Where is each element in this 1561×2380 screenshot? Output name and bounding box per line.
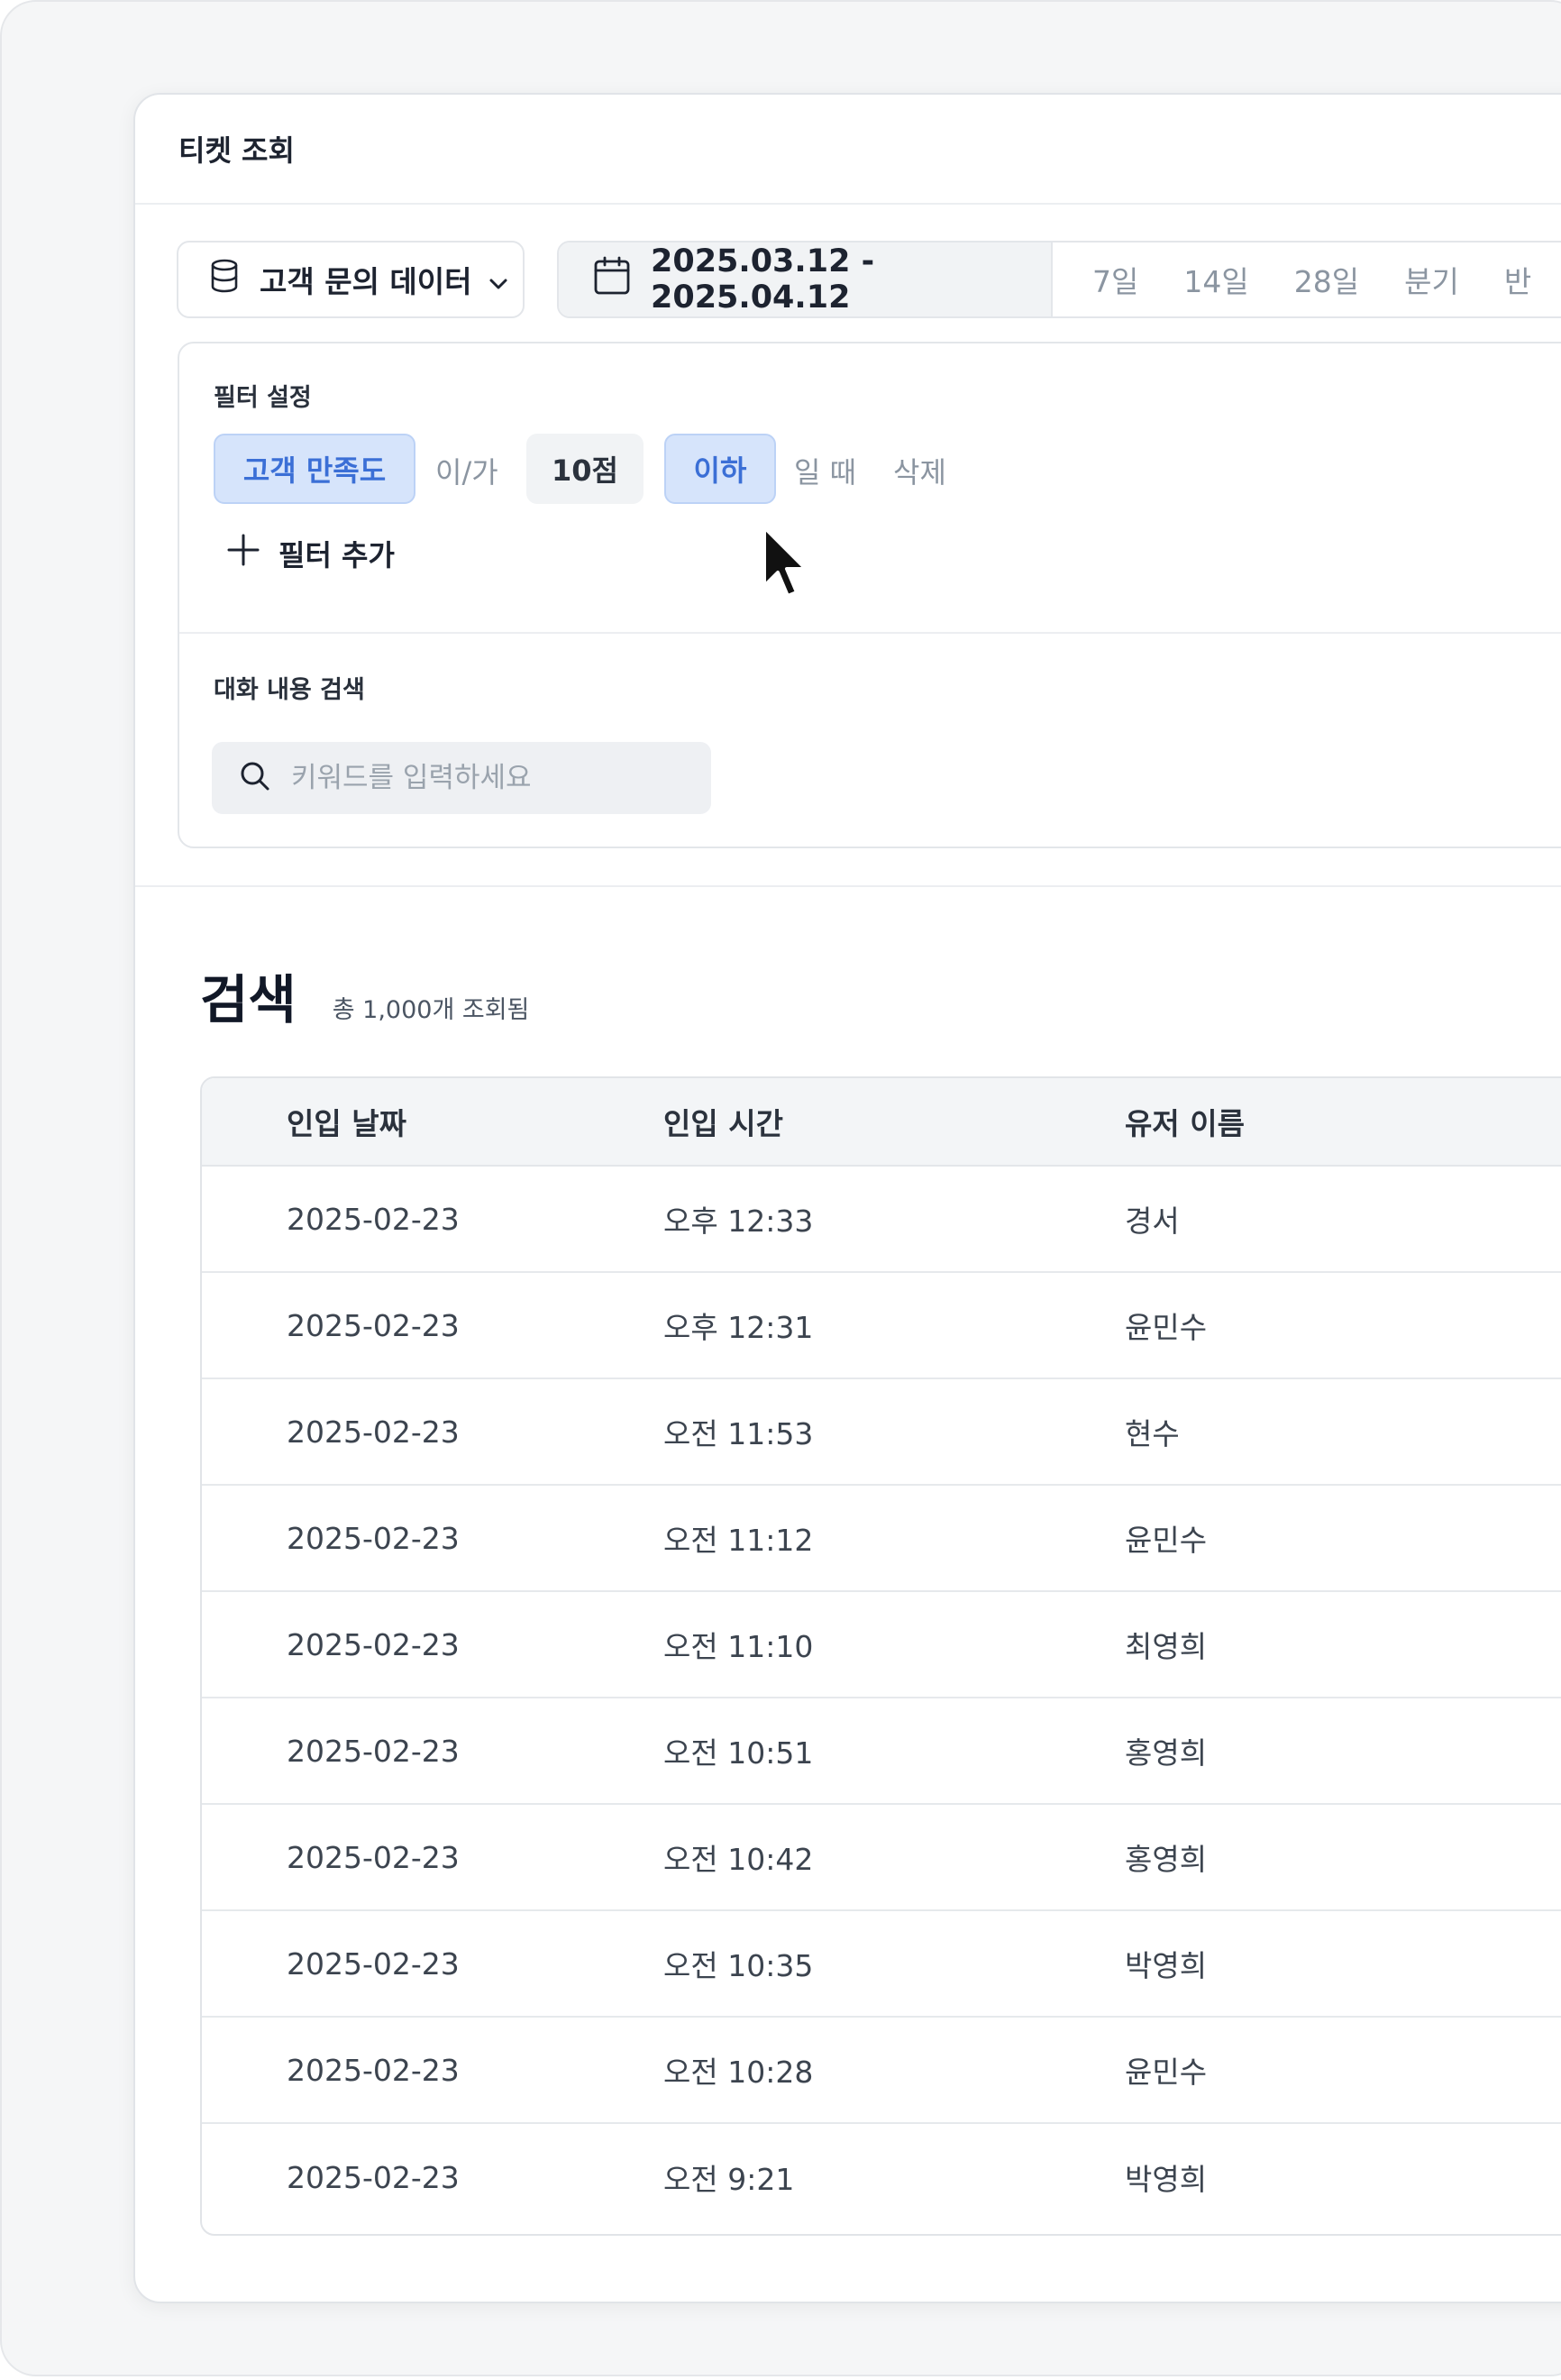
search-section-label: 대화 내용 검색: [214, 676, 365, 704]
date-filter-group: 2025.03.12 - 2025.04.12 7일 14일 28일 분기 반: [557, 241, 1561, 318]
cell-user: 박영희: [1125, 2162, 1208, 2197]
preset-7-days[interactable]: 7일: [1087, 258, 1144, 301]
app-frame: 티켓 조회 고객 문의 데이터 2025.03.12 - 2025.04.12 …: [0, 0, 1561, 2376]
cell-time: 오전 11:12: [663, 1523, 814, 1558]
database-icon: [209, 259, 240, 300]
cell-user: 현수: [1125, 1416, 1180, 1451]
cell-date: 2025-02-23: [287, 1201, 460, 1237]
column-header-time[interactable]: 인입 시간: [663, 1100, 1125, 1143]
cell-date: 2025-02-23: [287, 1733, 460, 1769]
ticket-panel: 티켓 조회 고객 문의 데이터 2025.03.12 - 2025.04.12 …: [133, 93, 1561, 2303]
table-row[interactable]: 2025-02-23 오전 9:21 박영희: [202, 2124, 1561, 2230]
cell-time: 오후 12:31: [663, 1310, 814, 1345]
filter-operator-chip[interactable]: 이하: [664, 434, 776, 504]
cell-time: 오전 11:10: [663, 1629, 814, 1664]
section-separator: [135, 885, 1561, 887]
table-row[interactable]: 2025-02-23 오전 11:10 최영희: [202, 1592, 1561, 1698]
page-title: 티켓 조회: [135, 95, 1561, 205]
filter-particle: 이/가: [435, 455, 498, 490]
preset-quarter[interactable]: 분기: [1399, 258, 1465, 301]
cell-date: 2025-02-23: [287, 2159, 460, 2195]
cell-date: 2025-02-23: [287, 1839, 460, 1875]
cell-user: 윤민수: [1125, 2055, 1208, 2090]
cell-date: 2025-02-23: [287, 1520, 460, 1556]
filter-section-label: 필터 설정: [214, 384, 312, 412]
toolbar: 고객 문의 데이터 2025.03.12 - 2025.04.12 7일 14일…: [177, 241, 1561, 318]
preset-half-year[interactable]: 반: [1499, 258, 1537, 301]
results-header: 검색 총 1,000개 조회됨: [200, 957, 529, 1033]
cell-date: 2025-02-23: [287, 2052, 460, 2088]
preset-28-days[interactable]: 28일: [1289, 258, 1365, 301]
table-row[interactable]: 2025-02-23 오전 11:12 윤민수: [202, 1486, 1561, 1592]
cell-user: 홍영희: [1125, 1842, 1208, 1877]
cell-user: 홍영희: [1125, 1735, 1208, 1771]
table-row[interactable]: 2025-02-23 오전 10:51 홍영희: [202, 1698, 1561, 1805]
ticket-table: 인입 날짜 인입 시간 유저 이름 2025-02-23 오후 12:33 경서…: [200, 1076, 1561, 2236]
chevron-down-icon: [488, 262, 508, 298]
date-range-picker[interactable]: 2025.03.12 - 2025.04.12: [559, 243, 1053, 316]
plus-icon: [226, 533, 260, 574]
cell-user: 박영희: [1125, 1948, 1208, 1983]
cell-time: 오후 12:33: [663, 1204, 814, 1239]
cell-time: 오전 10:28: [663, 2055, 814, 2090]
cell-user: 경서: [1125, 1204, 1180, 1239]
cell-user: 윤민수: [1125, 1310, 1208, 1345]
search-box: [212, 742, 711, 814]
cell-date: 2025-02-23: [287, 1626, 460, 1662]
cell-user: 윤민수: [1125, 1523, 1208, 1558]
cell-time: 오전 10:51: [663, 1735, 814, 1771]
table-row[interactable]: 2025-02-23 오후 12:31 윤민수: [202, 1273, 1561, 1379]
cell-time: 오전 10:35: [663, 1948, 814, 1983]
filter-value-chip[interactable]: 10점: [526, 434, 644, 504]
cell-date: 2025-02-23: [287, 1945, 460, 1982]
preset-14-days[interactable]: 14일: [1178, 258, 1254, 301]
results-title: 검색: [200, 969, 297, 1030]
results-count: 총 1,000개 조회됨: [332, 996, 530, 1024]
filter-delete-button[interactable]: 삭제: [893, 450, 946, 491]
filter-field-chip[interactable]: 고객 만족도: [214, 434, 415, 504]
table-row[interactable]: 2025-02-23 오후 12:33 경서: [202, 1167, 1561, 1273]
column-header-date[interactable]: 인입 날짜: [202, 1100, 663, 1143]
data-source-dropdown[interactable]: 고객 문의 데이터: [177, 241, 525, 318]
cell-date: 2025-02-23: [287, 1307, 460, 1343]
add-filter-label: 필터 추가: [278, 538, 395, 572]
data-source-label: 고객 문의 데이터: [260, 264, 472, 299]
cell-date: 2025-02-23: [287, 1414, 460, 1450]
table-row[interactable]: 2025-02-23 오전 10:28 윤민수: [202, 2018, 1561, 2124]
cell-user: 최영희: [1125, 1629, 1208, 1664]
table-row[interactable]: 2025-02-23 오전 10:42 홍영희: [202, 1805, 1561, 1911]
keyword-search-input[interactable]: [291, 762, 688, 794]
table-row[interactable]: 2025-02-23 오전 10:35 박영희: [202, 1911, 1561, 2018]
filter-divider: [179, 632, 1561, 634]
search-icon: [239, 760, 271, 796]
add-filter-button[interactable]: 필터 추가: [226, 533, 395, 574]
calendar-icon: [593, 256, 631, 304]
date-range-text: 2025.03.12 - 2025.04.12: [651, 243, 875, 316]
cell-time: 오전 10:42: [663, 1842, 814, 1877]
filter-panel: 필터 설정 고객 만족도 이/가 10점 이하 일 때 삭제 필터 추가 대화 …: [178, 342, 1561, 848]
cell-time: 오전 9:21: [663, 2162, 795, 2197]
column-header-user[interactable]: 유저 이름: [1125, 1100, 1245, 1143]
cell-time: 오전 11:53: [663, 1416, 814, 1451]
table-row[interactable]: 2025-02-23 오전 11:53 현수: [202, 1379, 1561, 1486]
mouse-cursor-icon: [762, 526, 808, 598]
filter-suffix: 일 때: [794, 455, 857, 490]
table-header: 인입 날짜 인입 시간 유저 이름: [202, 1078, 1561, 1167]
